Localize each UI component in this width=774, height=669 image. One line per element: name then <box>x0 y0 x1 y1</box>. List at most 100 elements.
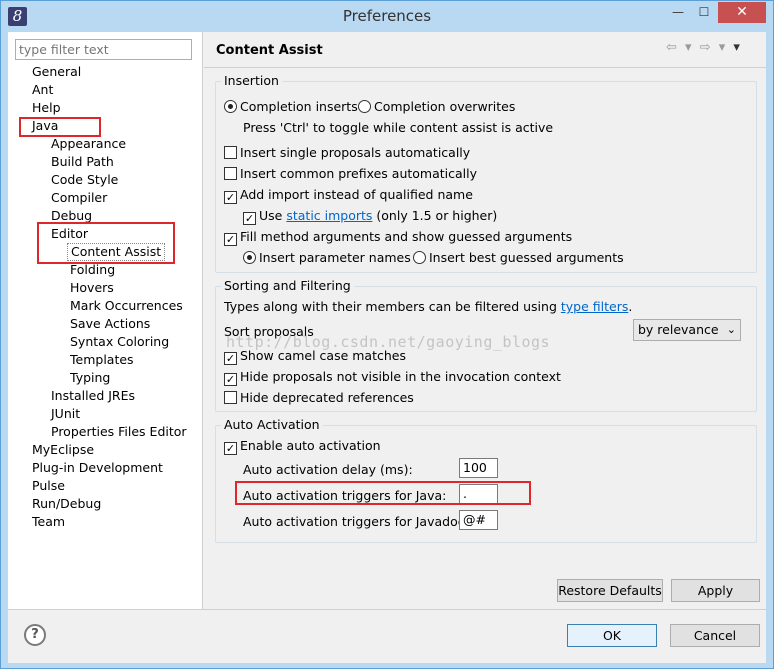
insert-param-names-label: Insert parameter names <box>259 250 411 265</box>
tree-item-save-actions[interactable]: Save Actions <box>70 315 150 333</box>
hide-deprecated-label: Hide deprecated references <box>240 390 414 405</box>
tree-item-build-path[interactable]: Build Path <box>51 153 114 171</box>
sort-value: by relevance <box>638 322 719 337</box>
view-menu-icon[interactable]: ▾ <box>733 40 742 55</box>
radio-unselected[interactable] <box>358 100 371 113</box>
highlight-java-triggers <box>235 481 531 505</box>
tree-item-general[interactable]: General <box>32 63 81 81</box>
tree-item-typing[interactable]: Typing <box>70 369 110 387</box>
completion-inserts-label: Completion inserts <box>240 99 358 114</box>
tree-item-plugin-development[interactable]: Plug-in Development <box>32 459 163 477</box>
insert-single-checkbox[interactable]: Insert single proposals automatically <box>224 144 470 162</box>
checkbox-unchecked[interactable] <box>224 167 237 180</box>
tree-item-appearance[interactable]: Appearance <box>51 135 126 153</box>
checkbox-checked[interactable]: ✓ <box>224 373 237 386</box>
fill-method-checkbox[interactable]: ✓ Fill method arguments and show guessed … <box>224 228 572 246</box>
checkbox-unchecked[interactable] <box>224 391 237 404</box>
checkbox-checked[interactable]: ✓ <box>224 442 237 455</box>
checkbox-unchecked[interactable] <box>224 146 237 159</box>
bottom-separator <box>8 609 766 610</box>
tree-item-help[interactable]: Help <box>32 99 61 117</box>
tree-item-mark-occurrences[interactable]: Mark Occurrences <box>70 297 183 315</box>
window-title: Preferences <box>342 7 432 25</box>
tree-item-compiler[interactable]: Compiler <box>51 189 107 207</box>
content-assist-page: Content Assist ⇦ ▾ ⇨ ▾ ▾ Insertion Compl… <box>204 32 766 609</box>
insert-single-label: Insert single proposals automatically <box>240 145 471 160</box>
radio-selected[interactable] <box>224 100 237 113</box>
tree-item-installed-jres[interactable]: Installed JREs <box>51 387 135 405</box>
javadoc-triggers-label: Auto activation triggers for Javadoc: <box>243 514 469 529</box>
auto-activation-legend: Auto Activation <box>221 417 323 432</box>
tree-item-junit[interactable]: JUnit <box>51 405 80 423</box>
tree-item-team[interactable]: Team <box>32 513 65 531</box>
hide-deprecated-checkbox[interactable]: Hide deprecated references <box>224 389 414 407</box>
ok-button[interactable]: OK <box>567 624 657 647</box>
checkbox-checked[interactable]: ✓ <box>224 352 237 365</box>
chevron-down-icon: ⌄ <box>726 323 736 336</box>
completion-inserts-radio[interactable]: Completion inserts <box>224 98 358 116</box>
minimize-button[interactable]: — <box>665 2 691 23</box>
restore-defaults-button[interactable]: Restore Defaults <box>557 579 663 602</box>
insertion-legend: Insertion <box>221 73 282 88</box>
page-title: Content Assist <box>216 43 323 58</box>
checkbox-checked[interactable]: ✓ <box>224 191 237 204</box>
radio-unselected[interactable] <box>413 251 426 264</box>
title-separator <box>204 67 766 68</box>
use-suffix-label: (only 1.5 or higher) <box>376 208 498 223</box>
maximize-button[interactable]: ☐ <box>691 2 717 23</box>
use-label: Use <box>259 208 283 223</box>
forward-arrow-icon[interactable]: ⇨ ▾ <box>700 40 728 55</box>
tree-item-ant[interactable]: Ant <box>32 81 53 99</box>
page-navigation: ⇦ ▾ ⇨ ▾ ▾ <box>666 40 742 55</box>
help-icon[interactable]: ? <box>24 624 46 646</box>
add-import-label: Add import instead of qualified name <box>240 187 473 202</box>
fill-method-label: Fill method arguments and show guessed a… <box>240 229 573 244</box>
highlight-editor-content-assist <box>37 222 175 264</box>
completion-overwrites-label: Completion overwrites <box>374 99 516 114</box>
use-static-imports-checkbox[interactable]: ✓ Use static imports (only 1.5 or higher) <box>243 207 497 225</box>
tree-item-hovers[interactable]: Hovers <box>70 279 114 297</box>
cancel-button[interactable]: Cancel <box>670 624 760 647</box>
dialog-client: General Ant Help Java Appearance Build P… <box>8 32 766 663</box>
preferences-window: 8 Preferences — ☐ ✕ General Ant Help Jav… <box>0 0 774 669</box>
sorting-legend: Sorting and Filtering <box>221 278 354 293</box>
delay-input[interactable]: 100 <box>459 458 498 478</box>
watermark: http://blog.csdn.net/gaoying_blogs <box>226 333 551 351</box>
sort-proposals-select[interactable]: by relevance ⌄ <box>633 319 741 341</box>
filter-input[interactable] <box>15 39 192 60</box>
enable-auto-activation-checkbox[interactable]: ✓ Enable auto activation <box>224 437 381 455</box>
checkbox-checked[interactable]: ✓ <box>224 233 237 246</box>
enable-auto-activation-label: Enable auto activation <box>240 438 381 453</box>
tree-item-properties-files-editor[interactable]: Properties Files Editor <box>51 423 187 441</box>
radio-selected[interactable] <box>243 251 256 264</box>
tree-item-run-debug[interactable]: Run/Debug <box>32 495 101 513</box>
javadoc-triggers-input[interactable]: @# <box>459 510 498 530</box>
add-import-checkbox[interactable]: ✓ Add import instead of qualified name <box>224 186 473 204</box>
checkbox-checked[interactable]: ✓ <box>243 212 256 225</box>
apply-button[interactable]: Apply <box>671 579 760 602</box>
type-filters-text: Types along with their members can be fi… <box>224 298 632 316</box>
hide-not-visible-checkbox[interactable]: ✓ Hide proposals not visible in the invoc… <box>224 368 561 386</box>
highlight-java <box>19 117 101 137</box>
static-imports-link[interactable]: static imports <box>286 208 372 223</box>
completion-overwrites-radio[interactable]: Completion overwrites <box>358 98 515 116</box>
insert-param-names-radio[interactable]: Insert parameter names <box>243 249 411 267</box>
preference-tree: General Ant Help Java Appearance Build P… <box>8 32 203 609</box>
insert-common-checkbox[interactable]: Insert common prefixes automatically <box>224 165 477 183</box>
close-button[interactable]: ✕ <box>718 2 766 23</box>
tree-item-templates[interactable]: Templates <box>70 351 134 369</box>
type-filters-link[interactable]: type filters <box>561 299 629 314</box>
tree-item-syntax-coloring[interactable]: Syntax Coloring <box>70 333 169 351</box>
delay-label: Auto activation delay (ms): <box>243 462 413 477</box>
insertion-group: Insertion Completion inserts Completion … <box>215 73 757 273</box>
title-bar[interactable]: 8 Preferences — ☐ ✕ <box>1 1 773 32</box>
insert-common-label: Insert common prefixes automatically <box>240 166 478 181</box>
toggle-hint: Press 'Ctrl' to toggle while content ass… <box>243 120 554 135</box>
hide-not-visible-label: Hide proposals not visible in the invoca… <box>240 369 561 384</box>
tree-item-code-style[interactable]: Code Style <box>51 171 118 189</box>
insert-best-guessed-radio[interactable]: Insert best guessed arguments <box>413 249 624 267</box>
tree-item-myeclipse[interactable]: MyEclipse <box>32 441 94 459</box>
types-text-label: Types along with their members can be fi… <box>224 299 557 314</box>
tree-item-pulse[interactable]: Pulse <box>32 477 65 495</box>
back-arrow-icon[interactable]: ⇦ ▾ <box>666 40 694 55</box>
